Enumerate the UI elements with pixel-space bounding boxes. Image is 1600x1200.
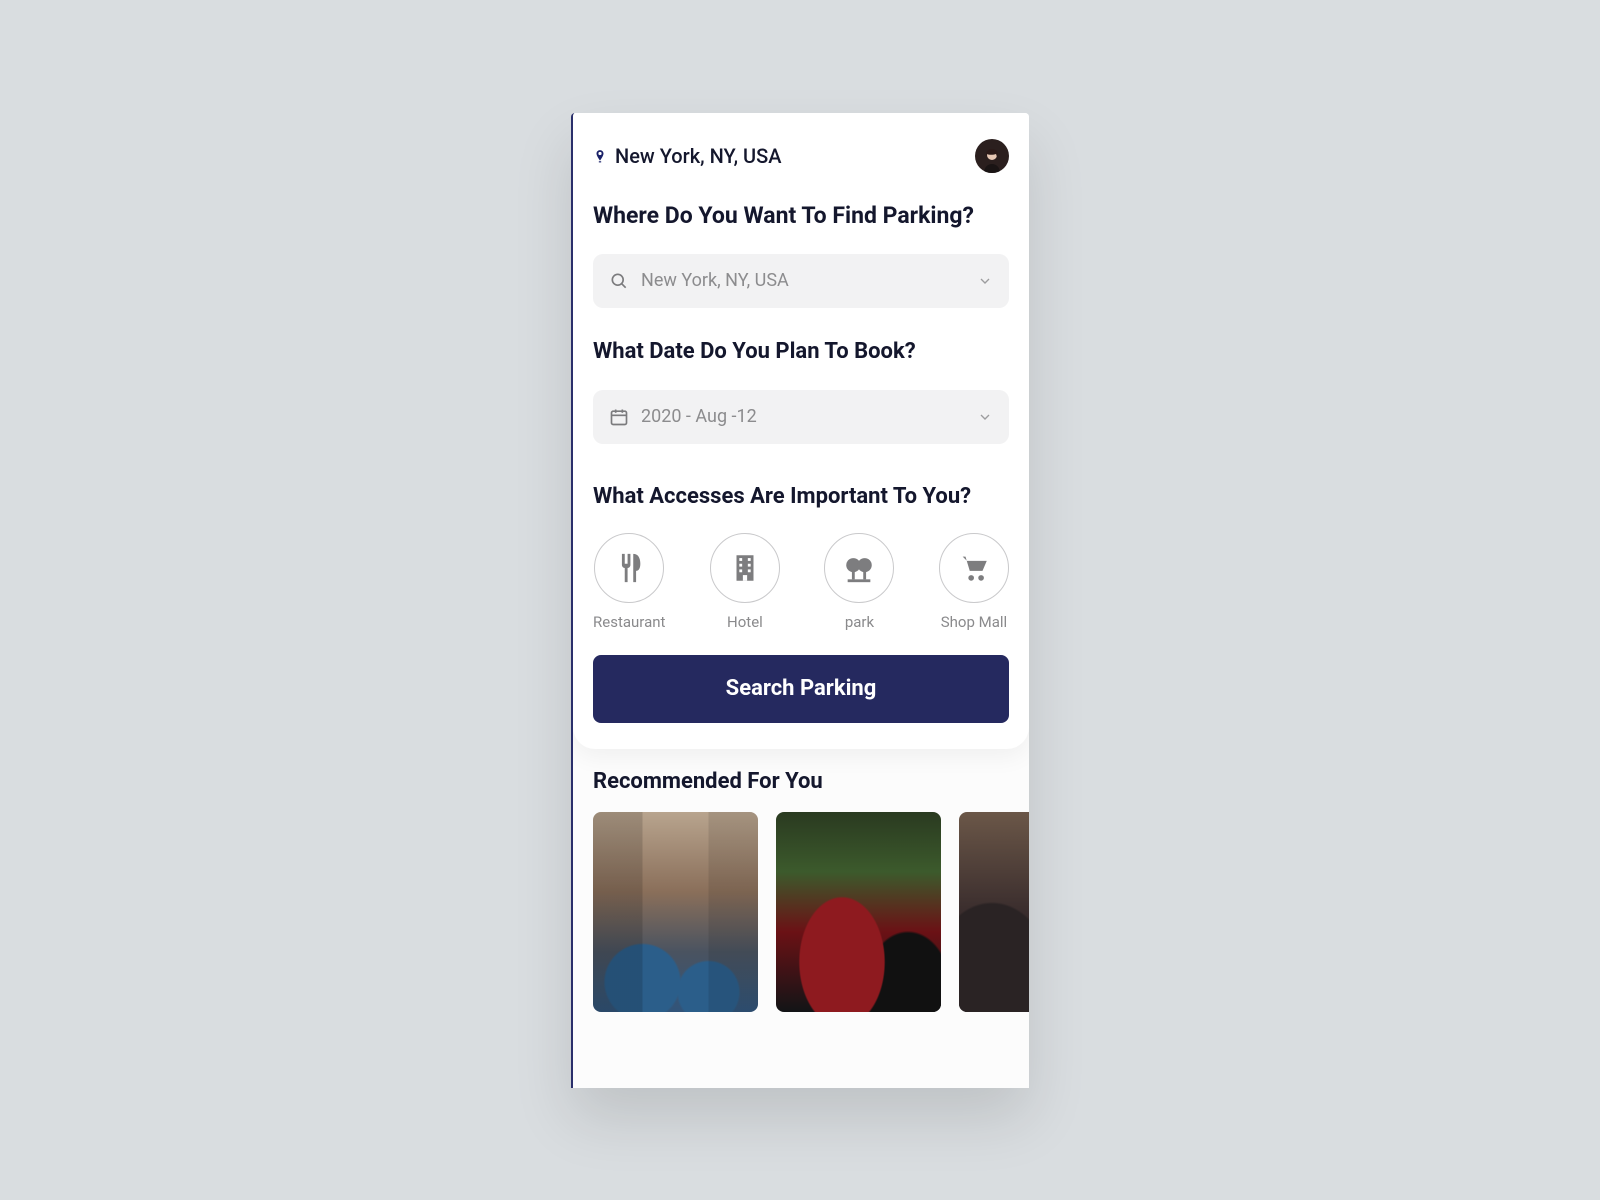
calendar-icon	[609, 407, 629, 427]
recommended-heading: Recommended For You	[593, 769, 1009, 794]
find-parking-heading: Where Do You Want To Find Parking?	[593, 199, 1009, 232]
recommended-card[interactable]	[593, 812, 758, 1012]
search-icon	[609, 271, 629, 291]
search-card: New York, NY, USA Where Do You Want To F…	[573, 113, 1029, 749]
search-parking-button[interactable]: Search Parking	[593, 655, 1009, 723]
category-label: Hotel	[727, 613, 763, 631]
hotel-icon	[728, 551, 762, 585]
date-input-value: 2020 - Aug -12	[641, 406, 965, 427]
location-input[interactable]: New York, NY, USA	[593, 254, 1009, 308]
recommended-list[interactable]	[593, 812, 1009, 1012]
restaurant-icon	[612, 551, 646, 585]
category-label: Restaurant	[593, 613, 665, 631]
park-icon	[842, 551, 876, 585]
chevron-down-icon	[977, 273, 993, 289]
current-location[interactable]: New York, NY, USA	[593, 144, 782, 168]
header: New York, NY, USA	[593, 139, 1009, 173]
recommended-card[interactable]	[776, 812, 941, 1012]
category-label: Shop Mall	[941, 613, 1007, 631]
recommended-section: Recommended For You	[573, 749, 1029, 1012]
avatar-icon	[980, 145, 1004, 173]
accesses-heading: What Accesses Are Important To You?	[593, 484, 1009, 509]
current-location-label: New York, NY, USA	[615, 144, 782, 168]
category-shop-mall[interactable]: Shop Mall	[939, 533, 1009, 631]
category-hotel[interactable]: Hotel	[710, 533, 780, 631]
recommended-card[interactable]	[959, 812, 1029, 1012]
access-categories: Restaurant Hotel	[593, 533, 1009, 631]
chevron-down-icon	[977, 409, 993, 425]
category-park[interactable]: park	[824, 533, 894, 631]
category-label: park	[845, 613, 874, 631]
avatar[interactable]	[975, 139, 1009, 173]
date-input[interactable]: 2020 - Aug -12	[593, 390, 1009, 444]
shopping-cart-icon	[957, 551, 991, 585]
category-restaurant[interactable]: Restaurant	[593, 533, 665, 631]
location-pin-icon	[593, 146, 607, 166]
date-heading: What Date Do You Plan To Book?	[593, 336, 1009, 368]
phone-frame: New York, NY, USA Where Do You Want To F…	[571, 113, 1029, 1088]
search-parking-label: Search Parking	[726, 676, 877, 701]
location-input-value: New York, NY, USA	[641, 270, 965, 291]
